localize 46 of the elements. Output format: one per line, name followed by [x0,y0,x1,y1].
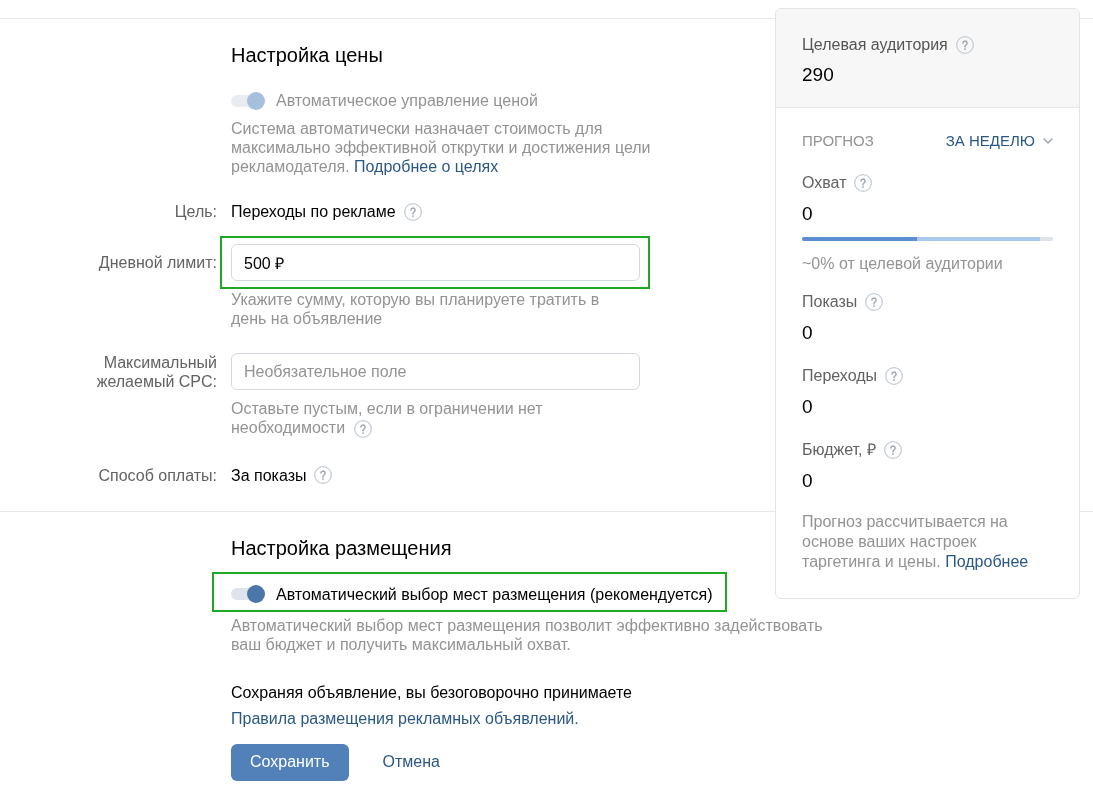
field-value: За показы [231,465,307,485]
toggle-switch[interactable] [231,585,265,604]
save-button[interactable]: Сохранить [231,743,349,781]
goals-link[interactable]: Подробнее о целях [354,158,499,175]
metric-label: Бюджет, ₽ [802,440,876,459]
field-label: Цель: [173,202,217,221]
agreement-text: Сохраняя объявление, вы безоговорочно принимаете [231,682,632,702]
help-icon[interactable] [884,440,902,459]
input-field[interactable]: Необязательное поле [231,353,640,390]
more-link[interactable]: Подробнее [945,553,1029,570]
metric-label: Показы [802,292,858,311]
help-icon[interactable] [955,35,974,54]
section-title: Настройка цены [231,43,383,67]
help-icon[interactable] [353,419,372,438]
field-label: Дневной лимит: [97,253,217,272]
help-icon[interactable] [885,366,904,385]
description-text: Автоматический выбор мест размещения позволит эффективно задействовать ваш бюджет и получить максимальный охват. [231,615,824,654]
section-title: Настройка размещения [231,535,452,560]
metric-value: 0 [802,203,813,225]
forecast-title: ПРОГНОЗ [802,132,874,149]
audience-label: Целевая аудитория [802,35,948,54]
input-field[interactable]: 500 ₽ [231,244,640,281]
metric-value: 0 [802,396,813,418]
hint-text: Укажите сумму, которую вы планируете тратить в день на объявление [231,290,601,328]
field-value: Переходы по рекламе [231,202,396,221]
toggle-label: Автоматический выбор мест размещения (рекомендуется) [276,584,713,604]
chevron-down-icon [1043,137,1053,144]
period-dropdown[interactable]: ЗА НЕДЕЛЮ [945,132,1053,149]
audience-value: 290 [802,64,834,86]
help-icon[interactable] [865,292,884,311]
metric-label: Охват [802,173,847,192]
metric-value: 0 [802,322,813,344]
metric-value: 0 [802,470,813,492]
forecast-note: Прогноз рассчитывается на основе ваших настроек таргетинга и цены. Подробнее [802,512,1030,572]
help-icon[interactable] [854,173,873,192]
hint-text: Оставьте пустым, если в ограничении нет необходимости [231,399,544,438]
help-icon[interactable] [403,202,422,221]
description-text: Система автоматически назначает стоимость для максимально эффективной открутки и достижения цели рекламодателя. Подробнее о целях [231,119,652,176]
field-label: Максимальный желаемый CPC: [95,352,217,391]
metric-caption: ~0% от целевой аудитории [802,254,1003,273]
cancel-button[interactable]: Отмена [364,743,458,781]
field-label: Способ оплаты: [97,465,217,485]
help-icon[interactable] [314,466,333,485]
toggle-label: Автоматическое управление ценой [276,91,538,110]
metric-label: Переходы [802,366,878,385]
rules-link[interactable]: Правила размещения рекламных объявлений. [231,708,579,728]
